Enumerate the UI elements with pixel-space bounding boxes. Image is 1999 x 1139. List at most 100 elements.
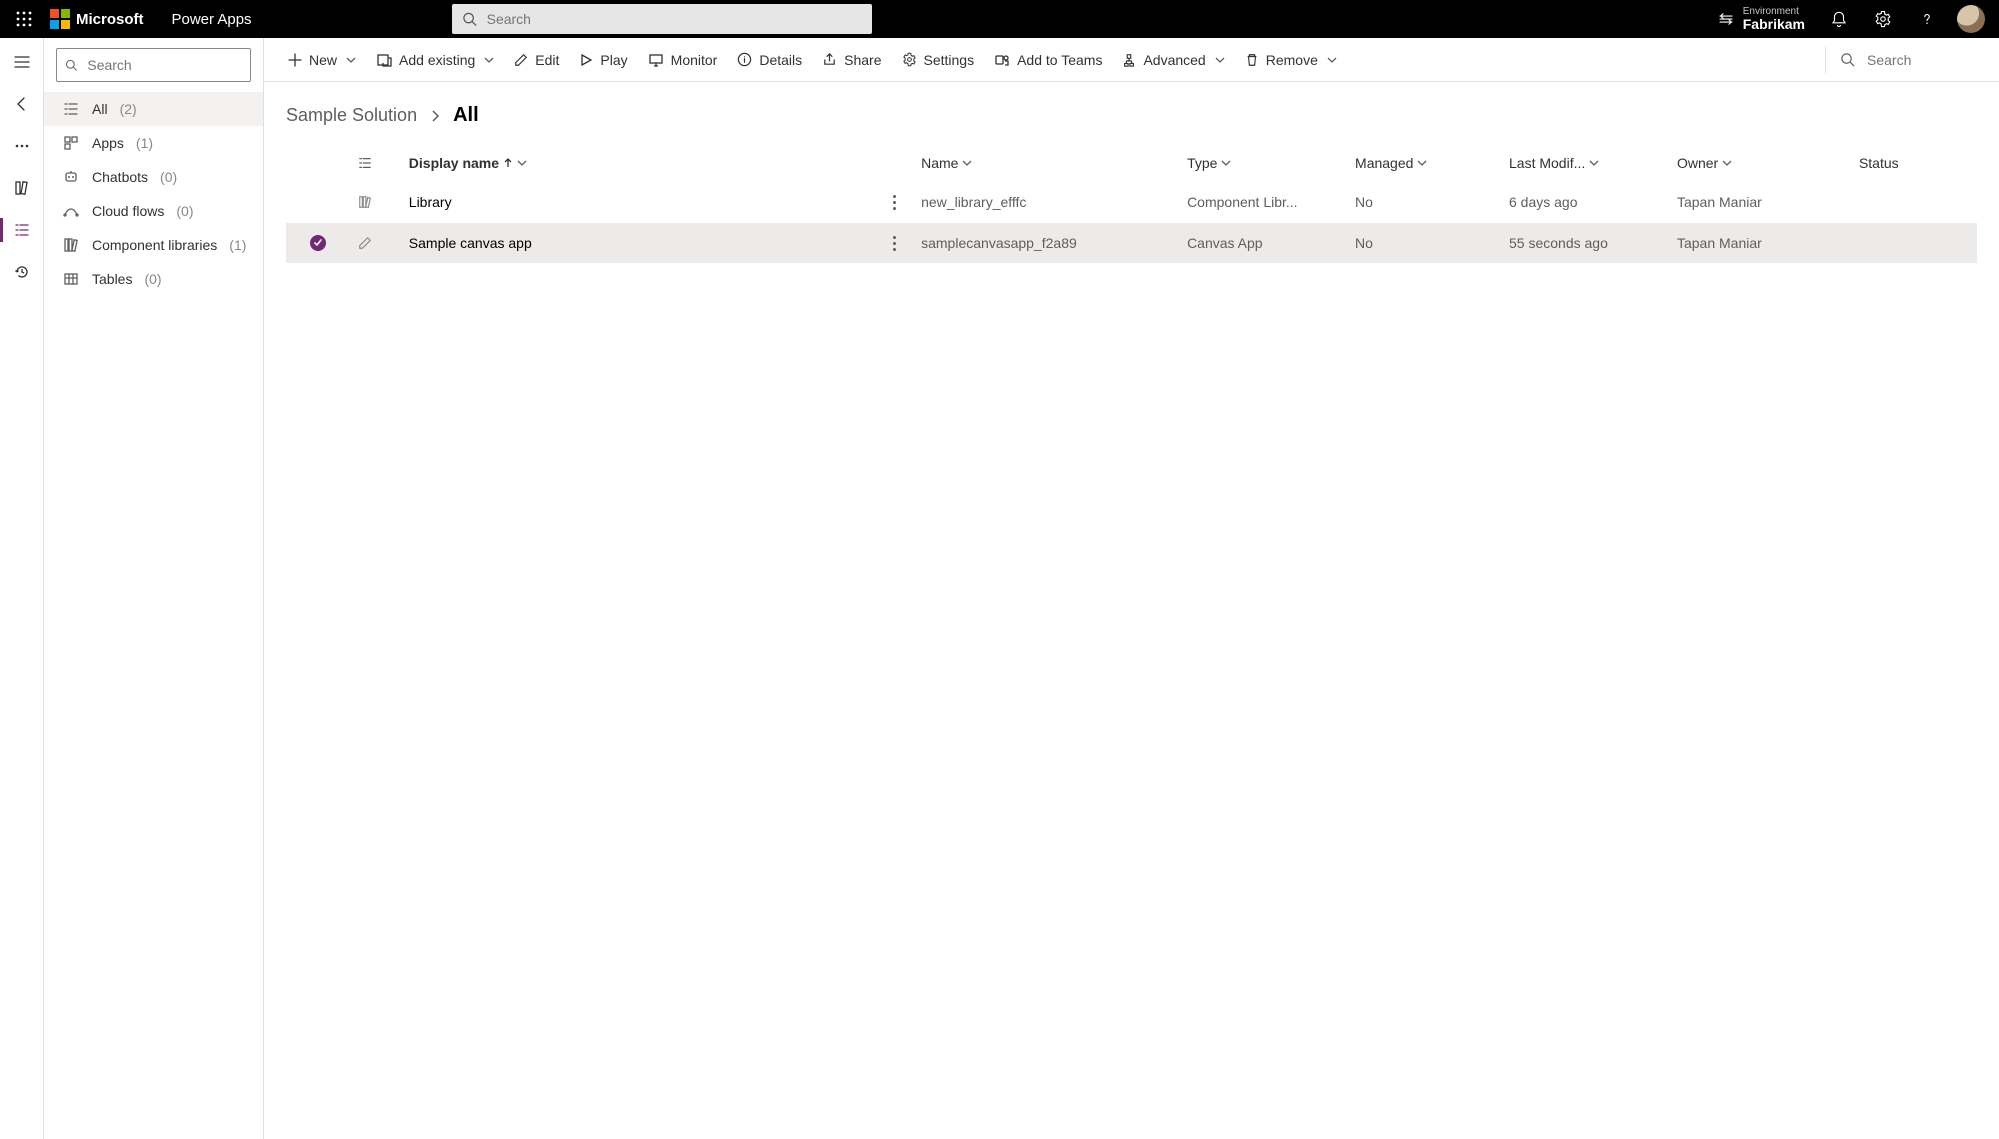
side-search-input[interactable] — [85, 56, 242, 74]
sidebar-item-label: Cloud flows — [92, 203, 164, 219]
environment-name: Fabrikam — [1743, 17, 1805, 31]
cmd-label: Settings — [924, 52, 975, 68]
settings-button[interactable] — [1863, 0, 1903, 38]
sidebar-item-count: (0) — [176, 203, 193, 219]
share-button[interactable]: Share — [812, 38, 891, 82]
cmd-label: Advanced — [1143, 52, 1205, 68]
cmd-label: Add to Teams — [1017, 52, 1102, 68]
column-status[interactable]: Status — [1851, 145, 1977, 182]
cmd-label: Edit — [535, 52, 559, 68]
microsoft-logo-icon — [50, 9, 70, 29]
commandbar-search-input[interactable] — [1865, 51, 1975, 69]
plus-icon — [288, 53, 302, 67]
rail-history-button[interactable] — [0, 254, 44, 290]
cmd-label: Share — [844, 52, 881, 68]
add-existing-button[interactable]: Add existing — [366, 38, 504, 82]
chevron-down-icon — [1589, 158, 1599, 168]
sidebar-item-cloud-flows[interactable]: Cloud flows (0) — [44, 194, 263, 228]
arrow-left-icon — [14, 96, 30, 112]
row-more-button[interactable] — [885, 236, 905, 251]
add-to-teams-button[interactable]: Add to Teams — [984, 38, 1112, 82]
user-avatar[interactable] — [1957, 5, 1985, 33]
sidebar-item-tables[interactable]: Tables (0) — [44, 262, 263, 296]
chevron-down-icon — [517, 158, 527, 168]
sidebar-item-apps[interactable]: Apps (1) — [44, 126, 263, 160]
commandbar-search[interactable] — [1830, 38, 1985, 82]
cmd-label: Remove — [1266, 52, 1318, 68]
list-icon — [14, 222, 30, 238]
breadcrumb-solution[interactable]: Sample Solution — [286, 105, 417, 126]
sidebar-item-all[interactable]: All (2) — [44, 92, 263, 126]
global-search[interactable] — [452, 4, 872, 34]
table-row[interactable]: Sample canvas app samplecanvasapp_f2a89 … — [286, 223, 1977, 264]
chevron-down-icon — [1417, 158, 1427, 168]
row-name: samplecanvasapp_f2a89 — [913, 223, 1179, 264]
side-search[interactable] — [56, 48, 251, 82]
rail-objects-button[interactable] — [0, 212, 44, 248]
sidebar-item-count: (2) — [120, 101, 137, 117]
monitor-icon — [648, 52, 664, 68]
row-display-name[interactable]: Library — [409, 194, 452, 210]
brand-link[interactable]: Microsoft — [50, 9, 144, 29]
row-selected-check[interactable] — [310, 235, 326, 251]
advanced-button[interactable]: Advanced — [1112, 38, 1234, 82]
waffle-icon — [16, 11, 32, 27]
column-name[interactable]: Name — [913, 145, 1179, 182]
row-display-name[interactable]: Sample canvas app — [409, 235, 532, 251]
app-title[interactable]: Power Apps — [172, 11, 252, 28]
details-button[interactable]: Details — [727, 38, 812, 82]
row-type: Component Libr... — [1179, 182, 1347, 223]
help-button[interactable] — [1907, 0, 1947, 38]
sidebar-item-count: (0) — [144, 271, 161, 287]
table-icon — [63, 271, 79, 287]
sidebar-item-label: Chatbots — [92, 169, 148, 185]
rail-library-button[interactable] — [0, 170, 44, 206]
pencil-icon[interactable] — [358, 236, 372, 250]
column-type[interactable]: Type — [1179, 145, 1347, 182]
column-display-name[interactable]: Display name — [401, 145, 877, 182]
column-managed[interactable]: Managed — [1347, 145, 1501, 182]
column-owner[interactable]: Owner — [1669, 145, 1851, 182]
rail-back-button[interactable] — [0, 86, 44, 122]
chevron-down-icon — [484, 55, 494, 65]
cmd-label: Add existing — [399, 52, 475, 68]
settings-cmd-button[interactable]: Settings — [892, 38, 985, 82]
gear-icon — [1874, 10, 1892, 28]
table-row[interactable]: Library new_library_efffc Component Libr… — [286, 182, 1977, 223]
bell-icon — [1830, 10, 1848, 28]
sidebar-item-component-libraries[interactable]: Component libraries (1) — [44, 228, 263, 262]
rail-hamburger-button[interactable] — [0, 44, 44, 80]
question-icon — [1918, 10, 1936, 28]
gear-icon — [902, 52, 917, 67]
sort-ascending-icon — [503, 158, 513, 168]
search-icon — [1840, 52, 1855, 67]
pencil-icon — [514, 53, 528, 67]
row-last-modified: 55 seconds ago — [1501, 223, 1669, 264]
breadcrumb: Sample Solution All — [286, 104, 1977, 127]
row-owner: Tapan Maniar — [1669, 223, 1851, 264]
sidebar-item-count: (1) — [136, 135, 153, 151]
play-button[interactable]: Play — [569, 38, 637, 82]
row-more-button[interactable] — [885, 195, 905, 210]
row-status — [1851, 223, 1977, 264]
chevron-down-icon — [1221, 158, 1231, 168]
library-icon — [63, 237, 79, 253]
chevron-down-icon — [346, 55, 356, 65]
hamburger-icon — [14, 54, 30, 70]
edit-button[interactable]: Edit — [504, 38, 569, 82]
row-managed: No — [1347, 223, 1501, 264]
environment-picker[interactable]: Environment Fabrikam — [1717, 7, 1805, 31]
play-icon — [579, 53, 593, 67]
chevron-down-icon — [1215, 55, 1225, 65]
global-search-input[interactable] — [485, 10, 862, 28]
remove-button[interactable]: Remove — [1235, 38, 1347, 82]
monitor-button[interactable]: Monitor — [638, 38, 728, 82]
app-launcher-button[interactable] — [0, 0, 48, 38]
cmd-label: Play — [600, 52, 627, 68]
chatbot-icon — [63, 169, 79, 185]
notifications-button[interactable] — [1819, 0, 1859, 38]
rail-more-button[interactable] — [0, 128, 44, 164]
sidebar-item-chatbots[interactable]: Chatbots (0) — [44, 160, 263, 194]
new-button[interactable]: New — [278, 38, 366, 82]
column-last-modified[interactable]: Last Modif... — [1501, 145, 1669, 182]
